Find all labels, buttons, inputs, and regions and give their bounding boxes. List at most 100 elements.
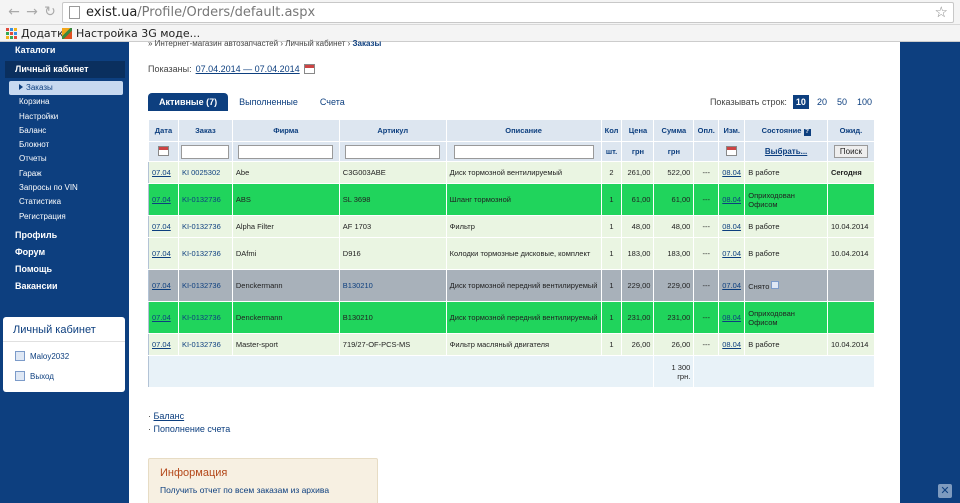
row-order[interactable]: KI-0132736 <box>182 222 221 231</box>
sidebar-item-forum[interactable]: Форум <box>5 244 125 261</box>
breadcrumb: » Интернет-магазин автозапчастей › Личны… <box>148 39 382 48</box>
link-balance[interactable]: Баланс <box>154 411 185 421</box>
row-changed[interactable]: 08.04 <box>722 222 741 231</box>
sidebar-item-cabinet[interactable]: Личный кабинет <box>5 61 125 78</box>
row-state: В работе <box>744 161 828 184</box>
row-date[interactable]: 07.04 <box>152 195 171 204</box>
sidebar-sub-statistics[interactable]: Статистика <box>5 195 125 209</box>
cabinet-user[interactable]: Maloy2032 <box>3 346 125 366</box>
row-qty: 1 <box>601 301 623 334</box>
calendar-icon[interactable] <box>726 145 738 156</box>
row-expect <box>827 269 876 302</box>
row-order[interactable]: KI 0025302 <box>182 168 220 177</box>
row-order[interactable]: KI-0132736 <box>182 195 221 204</box>
sidebar-sub-notebook[interactable]: Блокнот <box>5 138 125 152</box>
back-icon[interactable]: ← <box>6 4 22 20</box>
sidebar-sub-vin[interactable]: Запросы по VIN <box>5 181 125 195</box>
search-button[interactable]: Поиск <box>833 145 869 158</box>
close-icon[interactable]: ✕ <box>938 484 952 498</box>
col-expect[interactable]: Ожид. <box>826 119 876 142</box>
row-state: В работе <box>744 237 828 270</box>
sidebar-sub-cart[interactable]: Корзина <box>5 95 125 109</box>
sidebar-sub-balance[interactable]: Баланс <box>5 124 125 138</box>
sidebar-item-help[interactable]: Помощь <box>5 261 125 278</box>
row-date[interactable]: 07.04 <box>152 281 171 290</box>
row-article: SL 3698 <box>339 183 447 216</box>
reload-icon[interactable]: ↻ <box>42 4 58 20</box>
row-changed[interactable]: 08.04 <box>722 313 741 322</box>
row-changed[interactable]: 08.04 <box>722 195 741 204</box>
col-paid[interactable]: Опл. <box>693 119 720 142</box>
address-bar[interactable]: exist.ua/Profile/Orders/default.aspx ☆ <box>62 2 954 23</box>
date-range-link[interactable]: 07.04.2014 — 07.04.2014 <box>196 64 300 74</box>
row-qty: 1 <box>601 237 623 270</box>
row-date[interactable]: 07.04 <box>152 168 171 177</box>
row-expect: 10.04.2014 <box>827 333 876 356</box>
col-desc[interactable]: Описание <box>445 119 602 142</box>
filter-article-input[interactable] <box>345 144 441 159</box>
row-order[interactable]: KI-0132736 <box>182 281 221 290</box>
sidebar-sub-settings[interactable]: Настройки <box>5 110 125 124</box>
row-expect <box>827 183 876 216</box>
row-price: 183,00 <box>621 237 655 270</box>
col-price[interactable]: Цена <box>621 119 655 142</box>
sidebar-sub-registration[interactable]: Регистрация <box>5 210 125 224</box>
breadcrumb-shop[interactable]: Интернет-магазин автозапчастей <box>155 39 278 48</box>
filter-desc-input[interactable] <box>453 144 594 159</box>
rows-option-100[interactable]: 100 <box>855 96 874 108</box>
rows-option-50[interactable]: 50 <box>835 96 849 108</box>
row-changed[interactable]: 08.04 <box>722 340 741 349</box>
row-changed[interactable]: 08.04 <box>722 168 741 177</box>
sidebar-item-vacancies[interactable]: Вакансии <box>5 278 125 295</box>
row-date[interactable]: 07.04 <box>152 222 171 231</box>
forward-icon[interactable]: → <box>24 4 40 20</box>
tab-completed[interactable]: Выполненные <box>228 93 309 111</box>
rows-option-10[interactable]: 10 <box>792 95 809 109</box>
calendar-icon[interactable] <box>303 64 315 74</box>
row-order[interactable]: KI-0132736 <box>182 340 221 349</box>
cabinet-logout[interactable]: Выход <box>3 366 125 386</box>
row-changed[interactable]: 07.04 <box>722 281 741 290</box>
sidebar-item-catalogs[interactable]: Каталоги <box>5 42 125 59</box>
col-state[interactable]: Состояние ? <box>744 119 828 142</box>
rows-option-20[interactable]: 20 <box>815 96 829 108</box>
row-article[interactable]: B130210 <box>343 281 373 290</box>
row-date[interactable]: 07.04 <box>152 340 171 349</box>
breadcrumb-cabinet[interactable]: Личный кабинет <box>285 39 345 48</box>
col-changed[interactable]: Изм. <box>718 119 746 142</box>
col-qty[interactable]: Кол <box>600 119 623 142</box>
row-paid: --- <box>693 215 720 238</box>
row-expect: Сегодня <box>827 161 876 184</box>
tab-active[interactable]: Активные (7) <box>148 93 229 111</box>
choose-state-link[interactable]: Выбрать... <box>765 147 807 156</box>
help-icon[interactable]: ? <box>803 128 811 136</box>
sidebar-sub-orders[interactable]: Заказы <box>9 81 123 96</box>
breadcrumb-current: Заказы <box>352 39 382 48</box>
row-date[interactable]: 07.04 <box>152 249 171 258</box>
sidebar-menu: Каталоги Личный кабинет Заказы Корзина Н… <box>5 42 125 295</box>
sidebar-item-profile[interactable]: Профиль <box>5 227 125 244</box>
sidebar-sub-garage[interactable]: Гараж <box>5 167 125 181</box>
row-firm: DAfmi <box>232 237 340 270</box>
row-order[interactable]: KI-0132736 <box>182 313 221 322</box>
col-sum[interactable]: Сумма <box>653 119 695 142</box>
sidebar-sub-reports[interactable]: Отчеты <box>5 152 125 166</box>
col-date[interactable]: Дата <box>148 119 179 142</box>
col-order[interactable]: Заказ <box>177 119 233 142</box>
row-date[interactable]: 07.04 <box>152 313 171 322</box>
row-paid: --- <box>693 269 720 302</box>
row-price: 61,00 <box>621 183 655 216</box>
calendar-icon[interactable] <box>157 145 169 156</box>
row-sum: 26,00 <box>653 333 695 356</box>
row-order[interactable]: KI-0132736 <box>182 249 221 258</box>
link-topup[interactable]: Пополнение счета <box>154 424 231 434</box>
col-firm[interactable]: Фирма <box>231 119 340 142</box>
edit-note-icon[interactable] <box>771 280 780 289</box>
row-paid: --- <box>693 161 720 184</box>
filter-firm-input[interactable] <box>238 144 334 159</box>
col-article[interactable]: Артикул <box>338 119 447 142</box>
bookmark-star-icon[interactable]: ☆ <box>935 3 948 21</box>
tab-invoices[interactable]: Счета <box>309 93 356 111</box>
filter-order-input[interactable] <box>181 144 230 159</box>
row-changed[interactable]: 07.04 <box>722 249 741 258</box>
